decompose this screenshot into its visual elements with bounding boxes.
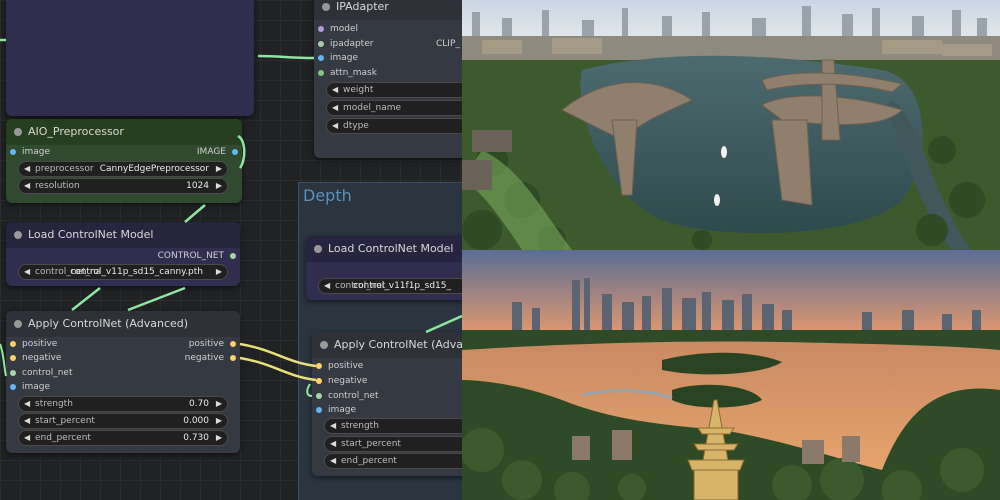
wire-control-net bbox=[425, 314, 462, 334]
wire-image bbox=[184, 204, 206, 223]
wire-image bbox=[306, 383, 313, 397]
wire-control-net bbox=[257, 54, 315, 60]
connection-wires bbox=[0, 38, 462, 397]
sunset-skyline-illustration bbox=[462, 250, 1000, 500]
wire-positive bbox=[0, 343, 7, 377]
wire-control-net bbox=[71, 287, 101, 311]
wire-positive bbox=[239, 342, 317, 368]
wire-image bbox=[237, 134, 246, 169]
generated-image-aerial-architecture bbox=[462, 0, 1000, 250]
wire-control-net bbox=[127, 286, 186, 312]
generated-image-sunset-skyline bbox=[462, 250, 1000, 500]
aerial-architecture-illustration bbox=[462, 0, 1000, 250]
node-graph-canvas[interactable]: Depth IPAdapter model ipadapter image at… bbox=[0, 0, 462, 500]
wire-negative bbox=[239, 356, 317, 382]
